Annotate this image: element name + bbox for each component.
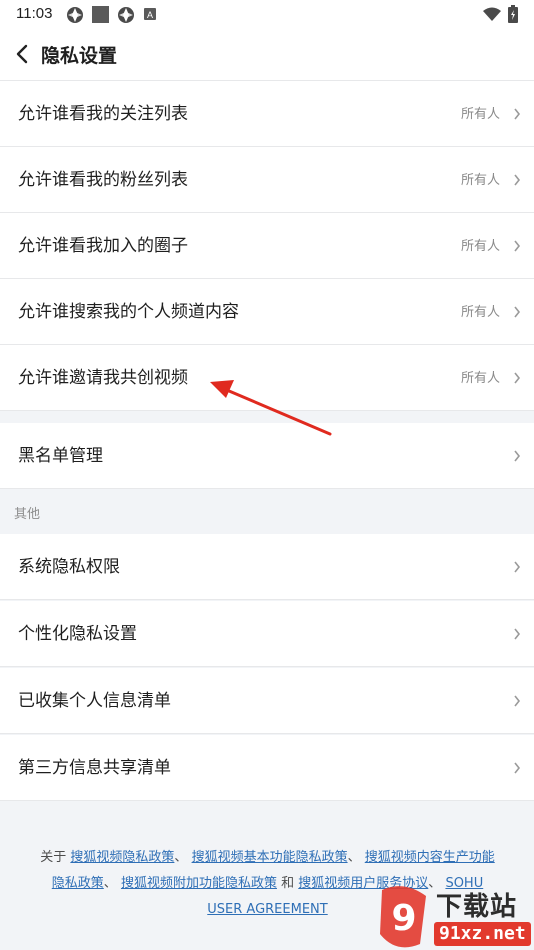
row-label: 黑名单管理 [18, 446, 103, 466]
link-basic-privacy-policy[interactable]: 搜狐视频基本功能隐私政策 [192, 850, 348, 865]
row-label: 个性化隐私设置 [18, 624, 137, 644]
watermark: 9 下载站 91xz.net [374, 884, 534, 950]
separator: 、 [174, 850, 188, 865]
row-label: 允许谁搜索我的个人频道内容 [18, 302, 239, 322]
row-label: 允许谁看我加入的圈子 [18, 236, 188, 256]
chevron-right-icon [514, 372, 521, 384]
row-value: 所有人 [460, 173, 500, 188]
separator: 、 [103, 876, 117, 891]
battery-icon [508, 5, 518, 23]
link-privacy-policy[interactable]: 搜狐视频隐私政策 [70, 850, 174, 865]
page-title: 隐私设置 [41, 45, 118, 67]
top-bar: 隐私设置 [0, 28, 534, 81]
a-icon: A [144, 8, 156, 20]
svg-text:A: A [147, 10, 153, 20]
chevron-right-icon [514, 108, 521, 120]
other-row-system-permissions[interactable]: 系统隐私权限 [0, 534, 534, 600]
row-label: 已收集个人信息清单 [18, 691, 171, 711]
chevron-right-icon [514, 306, 521, 318]
row-label: 允许谁看我的粉丝列表 [18, 170, 188, 190]
watermark-text: 下载站 [436, 892, 518, 922]
row-label: 第三方信息共享清单 [18, 758, 171, 778]
svg-text:9: 9 [391, 898, 416, 939]
privacy-row-search-channel[interactable]: 允许谁搜索我的个人频道内容 所有人 [0, 279, 534, 345]
other-row-personalized-privacy[interactable]: 个性化隐私设置 [0, 601, 534, 667]
separator: 、 [347, 850, 361, 865]
row-value: 所有人 [460, 107, 500, 122]
watermark-logo-icon: 9 [380, 886, 426, 948]
row-value: 所有人 [460, 371, 500, 386]
section-title: 其他 [14, 507, 41, 522]
app-icon-3 [118, 7, 134, 23]
chevron-right-icon [514, 628, 521, 640]
chevron-right-icon [514, 450, 521, 462]
wifi-icon [483, 7, 501, 21]
row-value: 所有人 [460, 239, 500, 254]
chevron-left-icon[interactable] [10, 40, 36, 68]
app-icon-2 [92, 6, 109, 23]
chevron-right-icon [514, 561, 521, 573]
other-row-third-party-sharing[interactable]: 第三方信息共享清单 [0, 735, 534, 801]
privacy-row-fans-list[interactable]: 允许谁看我的粉丝列表 所有人 [0, 147, 534, 213]
other-row-collected-info-list[interactable]: 已收集个人信息清单 [0, 668, 534, 734]
row-label: 允许谁看我的关注列表 [18, 104, 188, 124]
status-time: 11:03 [16, 5, 53, 22]
link-additional-privacy-policy[interactable]: 搜狐视频附加功能隐私政策 [121, 876, 277, 891]
privacy-row-following-list[interactable]: 允许谁看我的关注列表 所有人 [0, 81, 534, 147]
chevron-right-icon [514, 695, 521, 707]
chevron-right-icon [514, 174, 521, 186]
footer-prefix: 关于 [40, 850, 67, 865]
annotation-arrow-icon [210, 380, 332, 436]
app-icon-1 [67, 7, 83, 23]
chevron-right-icon [514, 240, 521, 252]
privacy-row-joined-circles[interactable]: 允许谁看我加入的圈子 所有人 [0, 213, 534, 279]
row-label: 系统隐私权限 [18, 557, 120, 577]
row-label: 允许谁邀请我共创视频 [18, 368, 188, 388]
row-value: 所有人 [460, 305, 500, 320]
chevron-right-icon [514, 762, 521, 774]
section-header-other: 其他 [0, 490, 534, 534]
watermark-url: 91xz.net [434, 922, 531, 946]
status-bar: 11:03 A [0, 0, 534, 28]
footer-and: 和 [281, 876, 295, 891]
